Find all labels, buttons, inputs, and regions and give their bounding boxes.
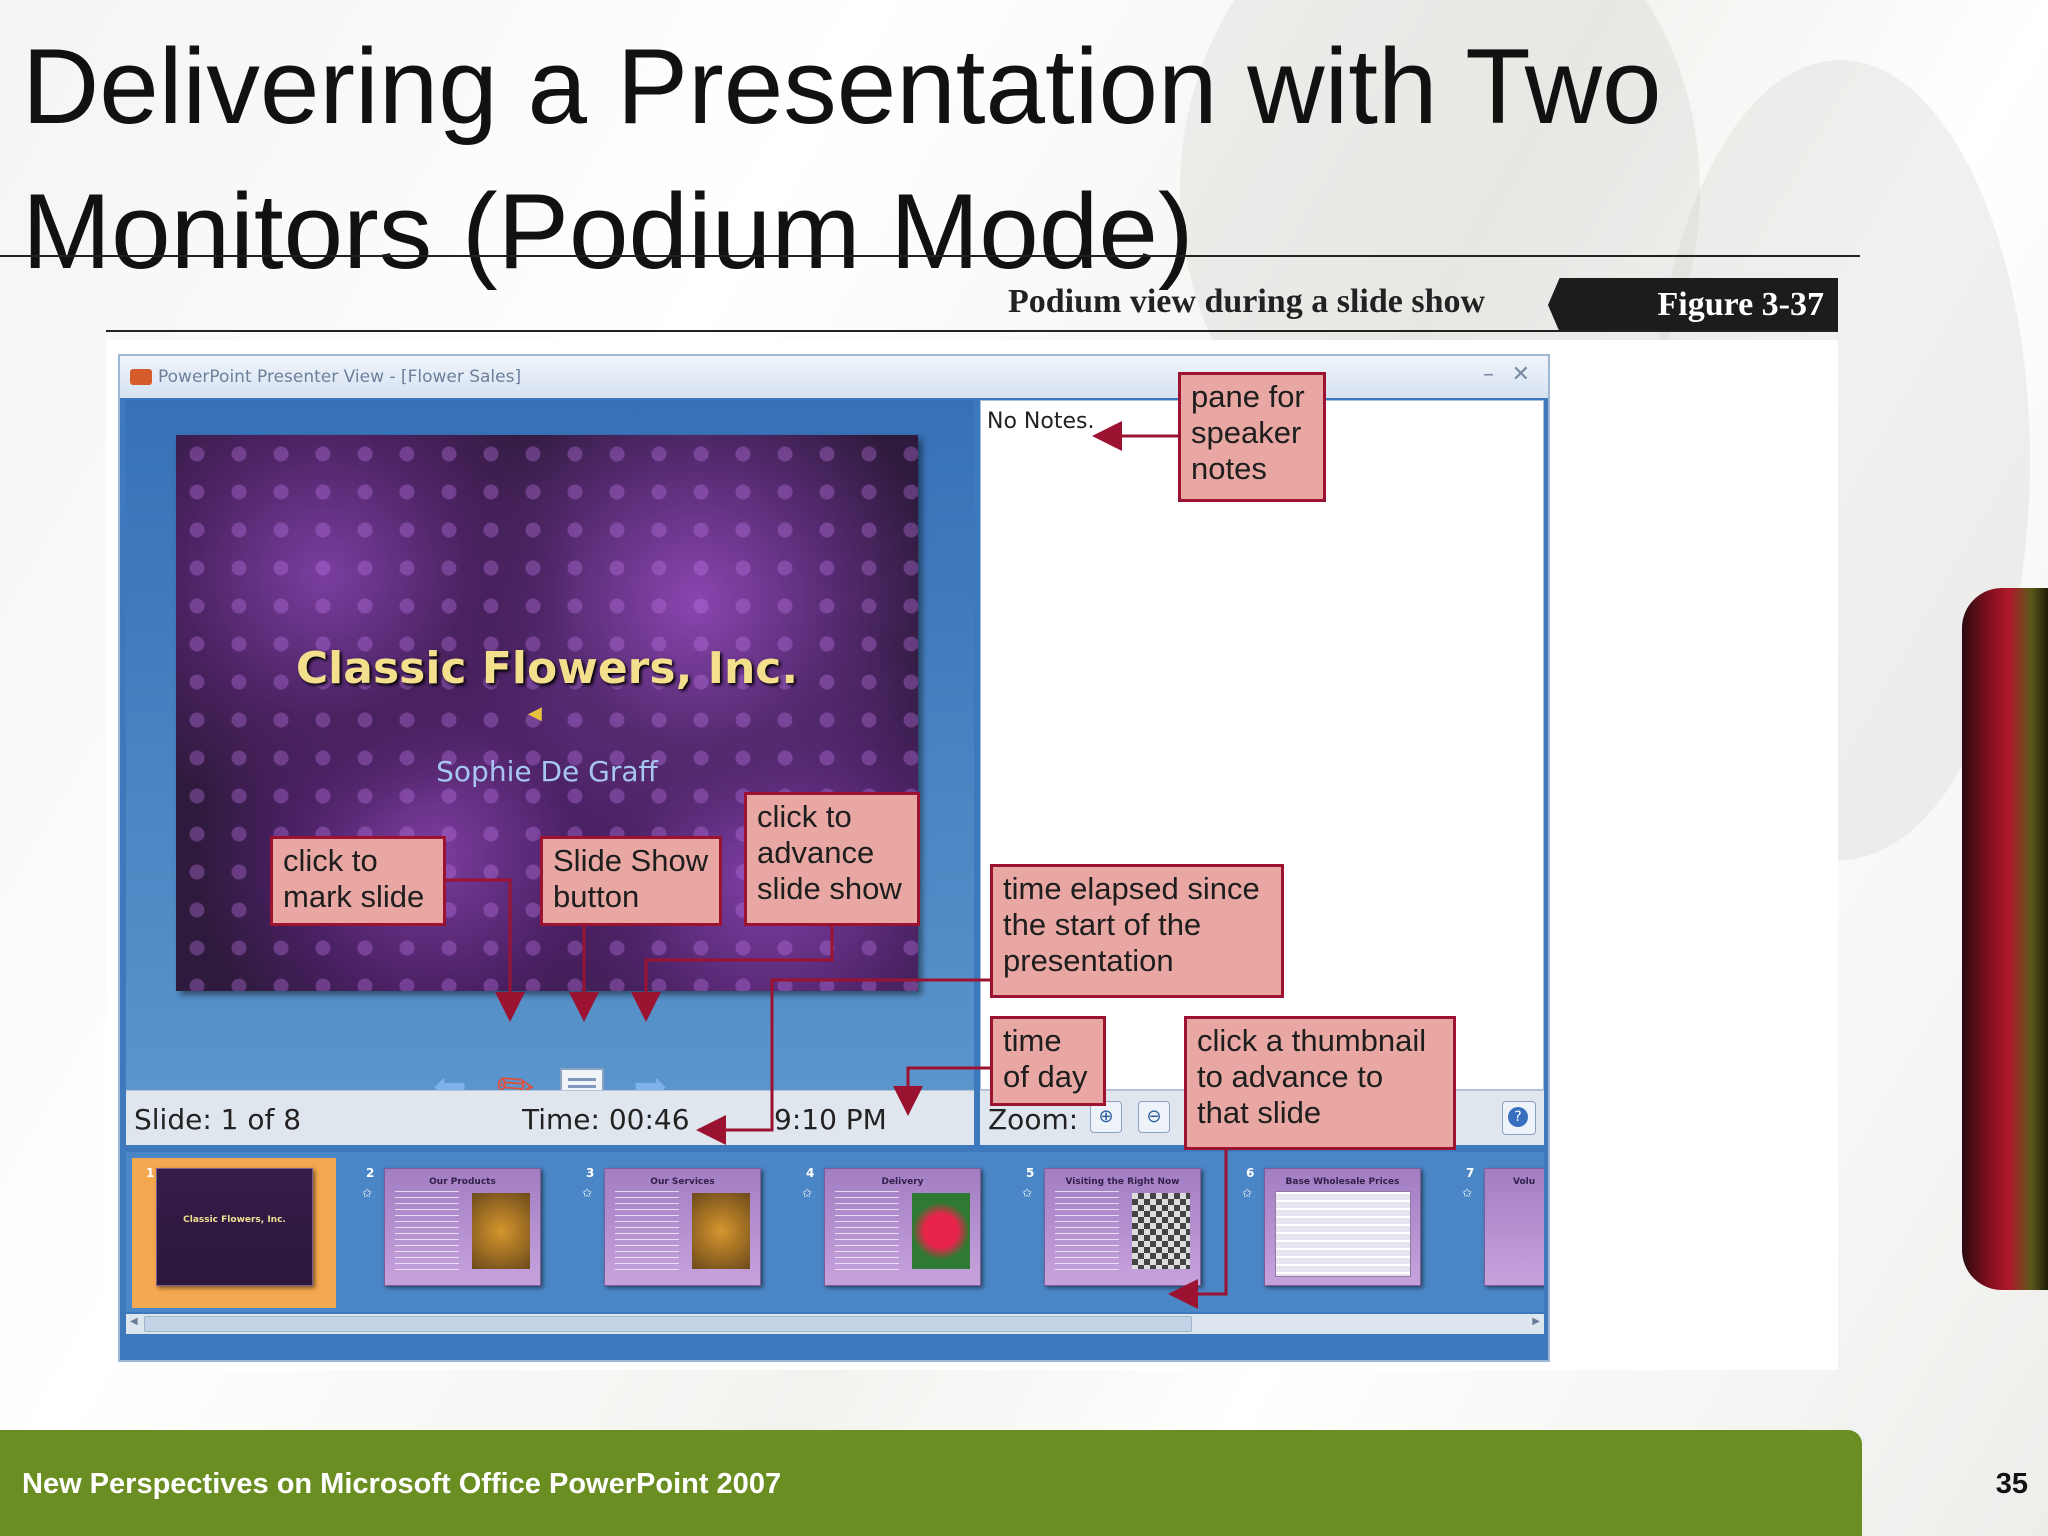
- callout-elapsed: time elapsed since the start of the pres…: [990, 864, 1284, 998]
- callout-show-button: Slide Show button: [540, 836, 722, 926]
- callout-notes-pane: pane for speaker notes: [1178, 372, 1326, 502]
- arrow-mark-slide: [444, 878, 525, 1022]
- footer-text: New Perspectives on Microsoft Office Pow…: [22, 1468, 782, 1500]
- arrow-thumbnail: [1168, 1150, 1228, 1309]
- arrow-advance: [631, 924, 834, 1022]
- arrow-elapsed: [696, 978, 992, 1145]
- callout-arrows: [444, 421, 1228, 1309]
- arrow-time-of-day: [893, 1066, 992, 1116]
- callout-advance: click to advance slide show: [744, 792, 920, 926]
- tulip-image: [1962, 588, 2048, 1290]
- page-number: 35: [1995, 1468, 2028, 1500]
- callout-time-of-day: time of day: [990, 1016, 1106, 1106]
- callout-mark-slide: click to mark slide: [270, 836, 446, 926]
- callout-thumbnail: click a thumbnail to advance to that sli…: [1184, 1016, 1456, 1150]
